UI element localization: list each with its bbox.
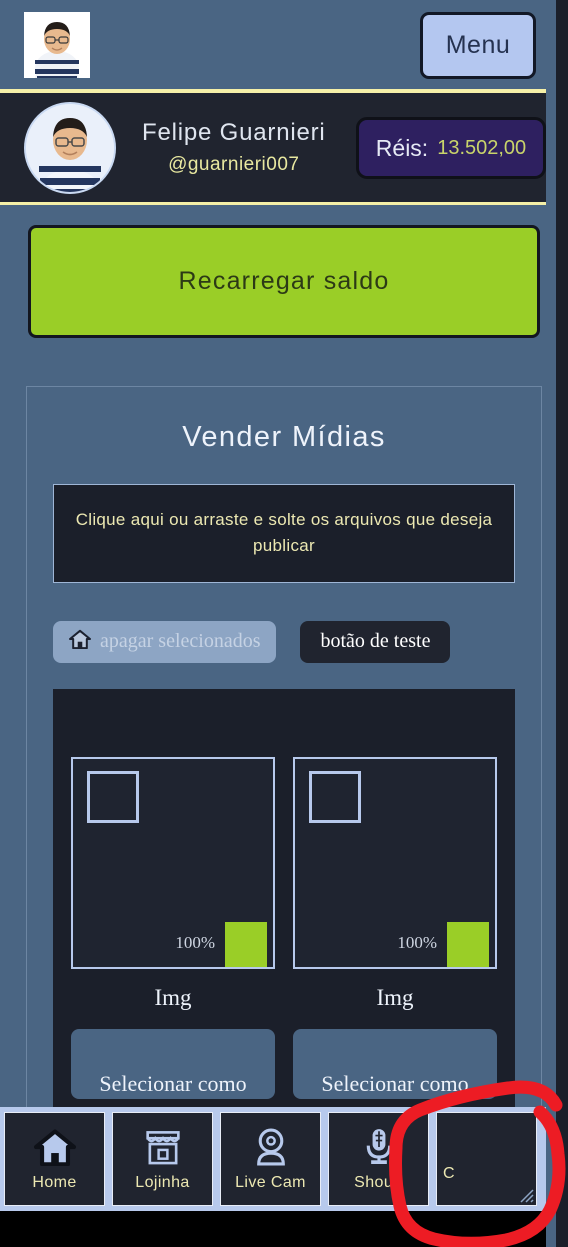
balance-label: Réis: (375, 134, 429, 161)
navbar-footer-gap (0, 1211, 568, 1247)
store-icon (143, 1126, 183, 1168)
home-icon (33, 1126, 77, 1168)
menu-button-label: Menu (445, 31, 511, 59)
recharge-section: Recarregar saldo (0, 205, 568, 338)
nav-item-label: Shout! (354, 1174, 403, 1191)
media-action-row: apagar selecionados botão de teste (53, 620, 515, 663)
page-title: Vender Mídias (182, 421, 386, 453)
microphone-icon (360, 1126, 398, 1168)
upload-progress-label: 100% (175, 932, 215, 952)
webcam-icon (251, 1126, 291, 1168)
delete-selected-label: apagar selecionados (100, 630, 261, 653)
media-select-checkbox[interactable] (309, 770, 361, 823)
nav-item-home[interactable]: Home (4, 1112, 105, 1206)
file-dropzone[interactable]: Clique aqui ou arraste e solte os arquiv… (53, 484, 515, 583)
profile-avatar[interactable] (26, 103, 114, 192)
balance-value: 13.502,00 (437, 136, 527, 159)
user-avatar-thumbnail[interactable] (24, 11, 90, 78)
profile-display-name: Felipe Guarnieri (142, 119, 326, 146)
media-thumbnail[interactable]: 100% (293, 756, 497, 969)
app-root: Menu Felipe Guarnieri @guarnieri007 Réis… (0, 0, 568, 1247)
top-header-bar: Menu (0, 0, 568, 93)
upload-progress-bar (447, 921, 489, 967)
media-select-checkbox[interactable] (87, 770, 139, 823)
media-grid-area: 100% Img Selecionar como 100% Img Seleci… (53, 688, 515, 1119)
test-button[interactable]: botão de teste (300, 620, 451, 663)
recharge-button-label: Recarregar saldo (178, 267, 390, 295)
media-card-label: Img (376, 984, 414, 1010)
menu-button[interactable]: Menu (420, 12, 536, 79)
upload-progress-bar (225, 921, 267, 967)
dropzone-text: Clique aqui ou arraste e solte os arquiv… (75, 510, 493, 556)
upload-progress: 100% (397, 921, 489, 967)
page-right-gutter (546, 0, 556, 1247)
select-as-label: Selecionar como (99, 1070, 247, 1096)
upload-progress: 100% (175, 921, 267, 967)
delete-selected-button[interactable]: apagar selecionados (53, 620, 277, 663)
balance-badge[interactable]: Réis: 13.502,00 (356, 117, 546, 179)
media-cards: 100% Img Selecionar como 100% Img Seleci… (71, 756, 497, 1099)
avatar-illustration (26, 103, 114, 192)
select-as-button[interactable]: Selecionar como (71, 1028, 275, 1099)
nav-item-shout[interactable]: Shout! (328, 1112, 429, 1206)
upload-progress-label: 100% (397, 932, 437, 952)
select-as-label: Selecionar como (321, 1070, 469, 1096)
recharge-balance-button[interactable]: Recarregar saldo (28, 225, 540, 338)
page-right-edge (556, 0, 568, 1247)
avatar-illustration (24, 11, 90, 78)
media-card-label: Img (154, 984, 192, 1010)
media-card: 100% Img Selecionar como (71, 756, 275, 1099)
profile-strip: Felipe Guarnieri @guarnieri007 Réis: 13.… (0, 93, 568, 205)
media-card: 100% Img Selecionar como (293, 756, 497, 1099)
resize-handle-icon[interactable] (516, 1185, 534, 1203)
bottom-navigation-bar: Home Lojinha Live Cam Shout! C (0, 1107, 568, 1211)
nav-item-lojinha[interactable]: Lojinha (112, 1112, 213, 1206)
nav-item-live-cam[interactable]: Live Cam (220, 1112, 321, 1206)
nav-item-label: C (443, 1165, 455, 1182)
profile-handle: @guarnieri007 (168, 154, 300, 175)
test-button-label: botão de teste (320, 630, 431, 653)
nav-item-label: Lojinha (135, 1174, 190, 1191)
media-thumbnail[interactable]: 100% (71, 756, 275, 969)
profile-names: Felipe Guarnieri @guarnieri007 (142, 119, 326, 176)
nav-item-label: Live Cam (235, 1174, 306, 1191)
home-icon (69, 629, 91, 655)
nav-item-partial[interactable]: C (436, 1112, 537, 1206)
nav-item-label: Home (32, 1174, 77, 1191)
select-as-button[interactable]: Selecionar como (293, 1028, 497, 1099)
